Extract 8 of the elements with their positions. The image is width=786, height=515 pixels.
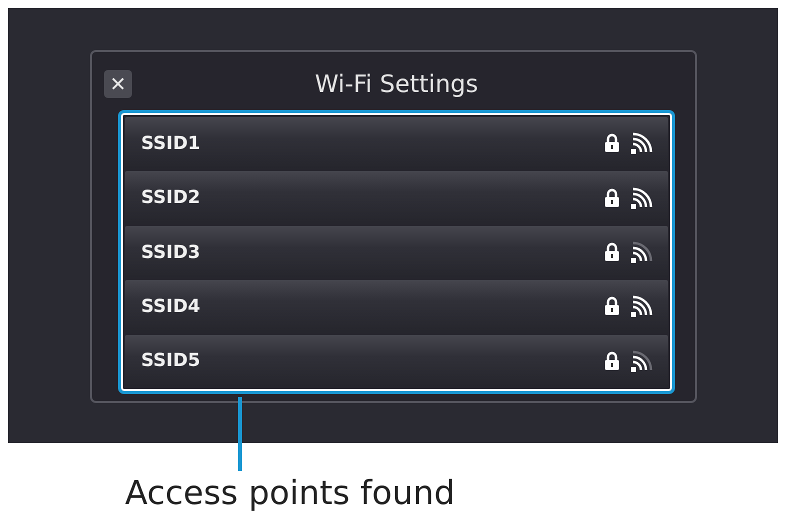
dialog-title: Wi-Fi Settings [314,70,480,98]
network-name: SSID3 [141,242,202,263]
network-name: SSID2 [141,187,202,208]
network-name: SSID1 [141,132,202,154]
network-name: SSID5 [141,350,202,372]
callout-label: Access points found [125,473,455,512]
network-name: SSID4 [141,296,202,317]
close-button[interactable]: ✕ [104,70,132,98]
